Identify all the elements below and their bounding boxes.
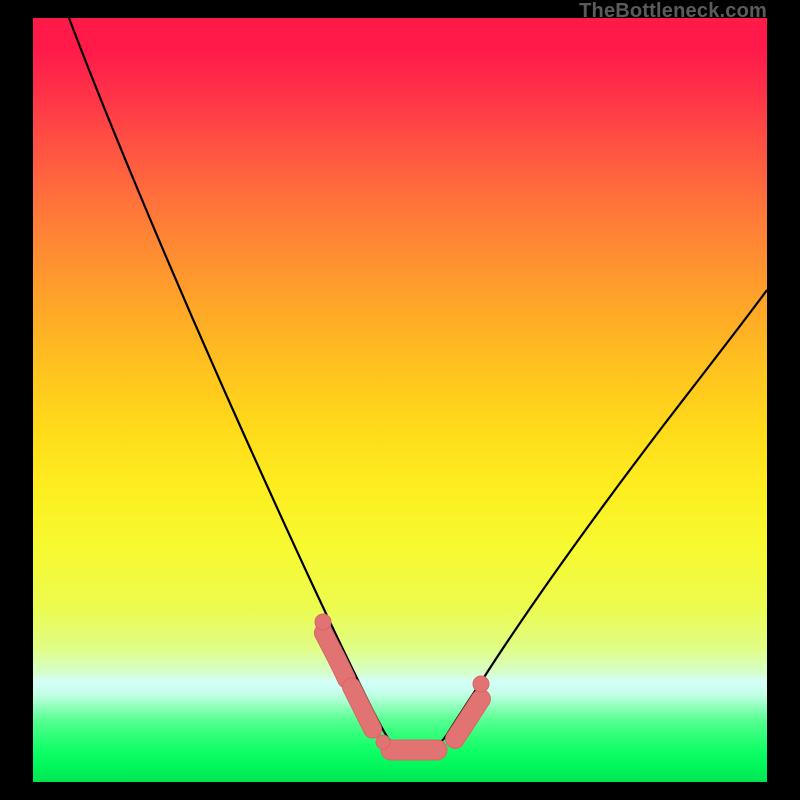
bottleneck-curve [69,18,767,746]
highlight-left-2 [342,678,381,738]
chart-frame: TheBottleneck.com [0,0,800,800]
highlight-bottom [381,740,447,760]
plot-area [33,18,767,782]
highlight-right-dot [473,676,489,692]
highlight-left-dot1 [315,614,331,630]
watermark-text: TheBottleneck.com [579,0,767,23]
highlight-bottom-dot [376,735,390,749]
highlight-right-1 [446,690,491,749]
highlight-markers [314,614,490,760]
curve-layer [33,18,767,782]
